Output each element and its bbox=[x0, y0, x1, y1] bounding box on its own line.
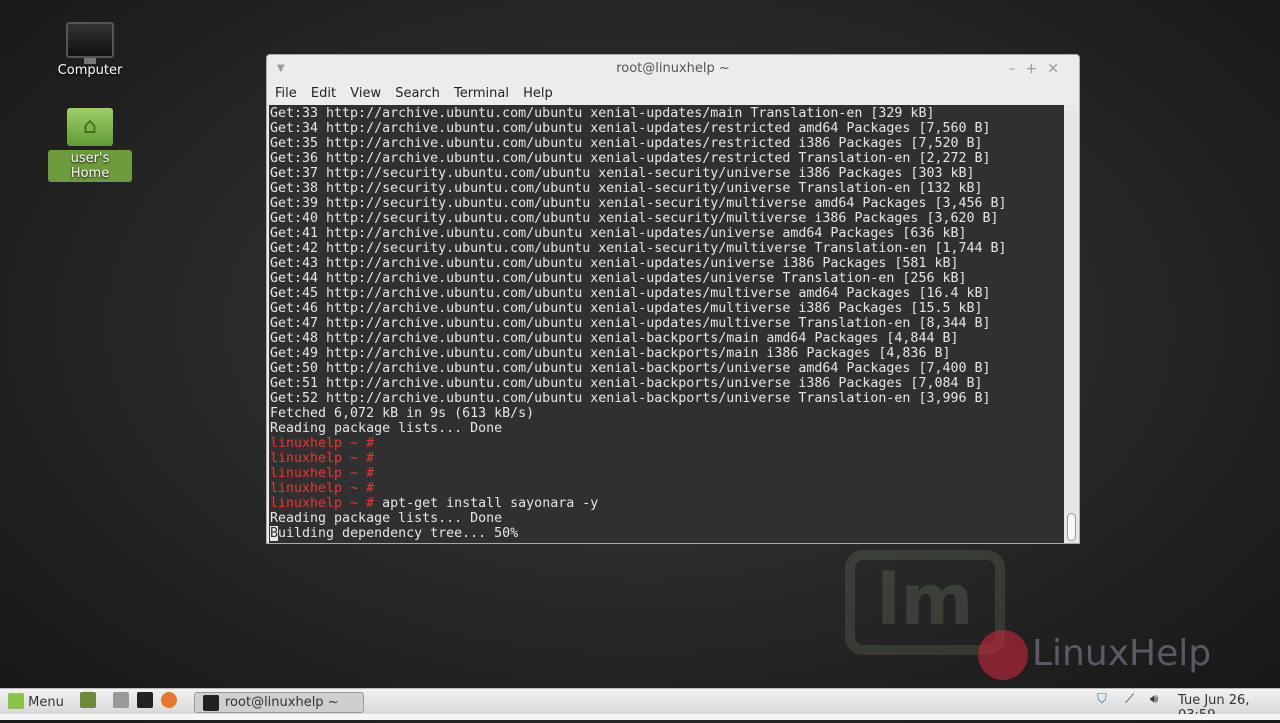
menu-button[interactable]: Menu bbox=[8, 693, 64, 710]
menu-edit[interactable]: Edit bbox=[311, 86, 336, 101]
menu-label: Menu bbox=[28, 695, 64, 710]
shell-prompt: linuxhelp ~ # bbox=[270, 496, 375, 511]
terminal-line: Get:41 http://archive.ubuntu.com/ubuntu … bbox=[270, 226, 967, 241]
terminal-line: linuxhelp ~ # apt-get install sayonara -… bbox=[270, 496, 599, 511]
scrollbar-thumb[interactable] bbox=[1067, 513, 1076, 541]
terminal-line: Get:48 http://archive.ubuntu.com/ubuntu … bbox=[270, 331, 959, 346]
maximize-icon[interactable]: + bbox=[1026, 61, 1048, 77]
terminal-line: linuxhelp ~ # bbox=[270, 481, 1064, 496]
scrollbar[interactable] bbox=[1064, 105, 1078, 543]
terminal-line: Get:46 http://archive.ubuntu.com/ubuntu … bbox=[270, 301, 983, 316]
window-title: root@linuxhelp ~ bbox=[616, 61, 730, 76]
firefox-launcher-icon[interactable] bbox=[161, 692, 177, 708]
terminal-line: Get:44 http://archive.ubuntu.com/ubuntu … bbox=[270, 271, 967, 286]
terminal-line: Get:37 http://security.ubuntu.com/ubuntu… bbox=[270, 166, 975, 181]
terminal-line: Get:39 http://security.ubuntu.com/ubuntu… bbox=[270, 196, 1007, 211]
terminal-line: Get:38 http://security.ubuntu.com/ubuntu… bbox=[270, 181, 983, 196]
minimize-icon[interactable]: – bbox=[1009, 61, 1026, 77]
network-icon[interactable]: ⟋ bbox=[1125, 692, 1134, 707]
terminal-line: Reading package lists... Done bbox=[270, 421, 503, 436]
shell-prompt: linuxhelp ~ # bbox=[270, 451, 375, 466]
home-folder-icon: ⌂ bbox=[67, 108, 113, 146]
window-titlebar[interactable]: ▼ root@linuxhelp ~ –+✕ bbox=[267, 55, 1079, 83]
terminal-line: Get:51 http://archive.ubuntu.com/ubuntu … bbox=[270, 376, 983, 391]
desktop-icon-label: Computer bbox=[57, 63, 123, 78]
task-label: root@linuxhelp ~ bbox=[225, 695, 339, 710]
terminal-line: Get:40 http://security.ubuntu.com/ubuntu… bbox=[270, 211, 999, 226]
terminal-line: Get:33 http://archive.ubuntu.com/ubuntu … bbox=[270, 106, 935, 121]
menu-search[interactable]: Search bbox=[395, 86, 440, 101]
shield-update-icon[interactable]: ⛉ bbox=[1097, 692, 1107, 707]
terminal-line: linuxhelp ~ # bbox=[270, 466, 1064, 481]
mint-icon bbox=[8, 693, 24, 709]
terminal-launcher-icon[interactable] bbox=[137, 692, 153, 708]
terminal-window: ▼ root@linuxhelp ~ –+✕ File Edit View Se… bbox=[266, 54, 1080, 544]
terminal-line: Get:49 http://archive.ubuntu.com/ubuntu … bbox=[270, 346, 951, 361]
shell-prompt: linuxhelp ~ # bbox=[270, 466, 375, 481]
menu-view[interactable]: View bbox=[350, 86, 381, 101]
terminal-line: Building dependency tree... 50% bbox=[270, 526, 519, 541]
files-launcher-icon[interactable] bbox=[113, 692, 129, 708]
terminal-output[interactable]: Get:33 http://archive.ubuntu.com/ubuntu … bbox=[269, 105, 1064, 543]
volume-icon[interactable]: 🔊︎ bbox=[1150, 692, 1158, 707]
terminal-line: Get:34 http://archive.ubuntu.com/ubuntu … bbox=[270, 121, 991, 136]
terminal-line: Get:35 http://archive.ubuntu.com/ubuntu … bbox=[270, 136, 983, 151]
shell-prompt: linuxhelp ~ # bbox=[270, 436, 375, 451]
linuxhelp-watermark: LinuxHelp bbox=[978, 630, 1211, 680]
terminal-line: Get:50 http://archive.ubuntu.com/ubuntu … bbox=[270, 361, 991, 376]
shell-prompt: linuxhelp ~ # bbox=[270, 481, 375, 496]
terminal-line: linuxhelp ~ # bbox=[270, 436, 1064, 451]
terminal-line: Get:43 http://archive.ubuntu.com/ubuntu … bbox=[270, 256, 959, 271]
terminal-line: Reading package lists... Done bbox=[270, 511, 503, 526]
terminal-line: Get:52 http://archive.ubuntu.com/ubuntu … bbox=[270, 391, 991, 406]
computer-icon bbox=[66, 22, 114, 64]
window-menu-icon[interactable]: ▼ bbox=[277, 55, 285, 83]
menu-file[interactable]: File bbox=[275, 86, 297, 101]
terminal-line: Get:42 http://security.ubuntu.com/ubuntu… bbox=[270, 241, 1007, 256]
desktop-icon-computer[interactable]: Computer bbox=[48, 22, 132, 79]
bottom-strip bbox=[0, 714, 1280, 720]
terminal-line: Get:47 http://archive.ubuntu.com/ubuntu … bbox=[270, 316, 991, 331]
desktop-icon-home[interactable]: ⌂ user's Home bbox=[48, 108, 132, 182]
close-icon[interactable]: ✕ bbox=[1047, 61, 1069, 77]
terminal-cursor: B bbox=[270, 526, 279, 541]
terminal-icon bbox=[203, 695, 219, 711]
desktop-icon-label: user's Home bbox=[48, 150, 132, 182]
terminal-line: linuxhelp ~ # bbox=[270, 451, 1064, 466]
menu-help[interactable]: Help bbox=[523, 86, 553, 101]
terminal-line: Get:36 http://archive.ubuntu.com/ubuntu … bbox=[270, 151, 991, 166]
menu-terminal[interactable]: Terminal bbox=[454, 86, 509, 101]
show-desktop-icon[interactable] bbox=[80, 692, 96, 708]
menubar: File Edit View Search Terminal Help bbox=[267, 83, 1079, 105]
taskbar: Menu root@linuxhelp ~ ⛉ ⟋ 🔊︎ Tue Jun 26,… bbox=[0, 688, 1280, 723]
terminal-line: Get:45 http://archive.ubuntu.com/ubuntu … bbox=[270, 286, 991, 301]
terminal-line: Fetched 6,072 kB in 9s (613 kB/s) bbox=[270, 406, 535, 421]
taskbar-item-terminal[interactable]: root@linuxhelp ~ bbox=[194, 692, 364, 713]
